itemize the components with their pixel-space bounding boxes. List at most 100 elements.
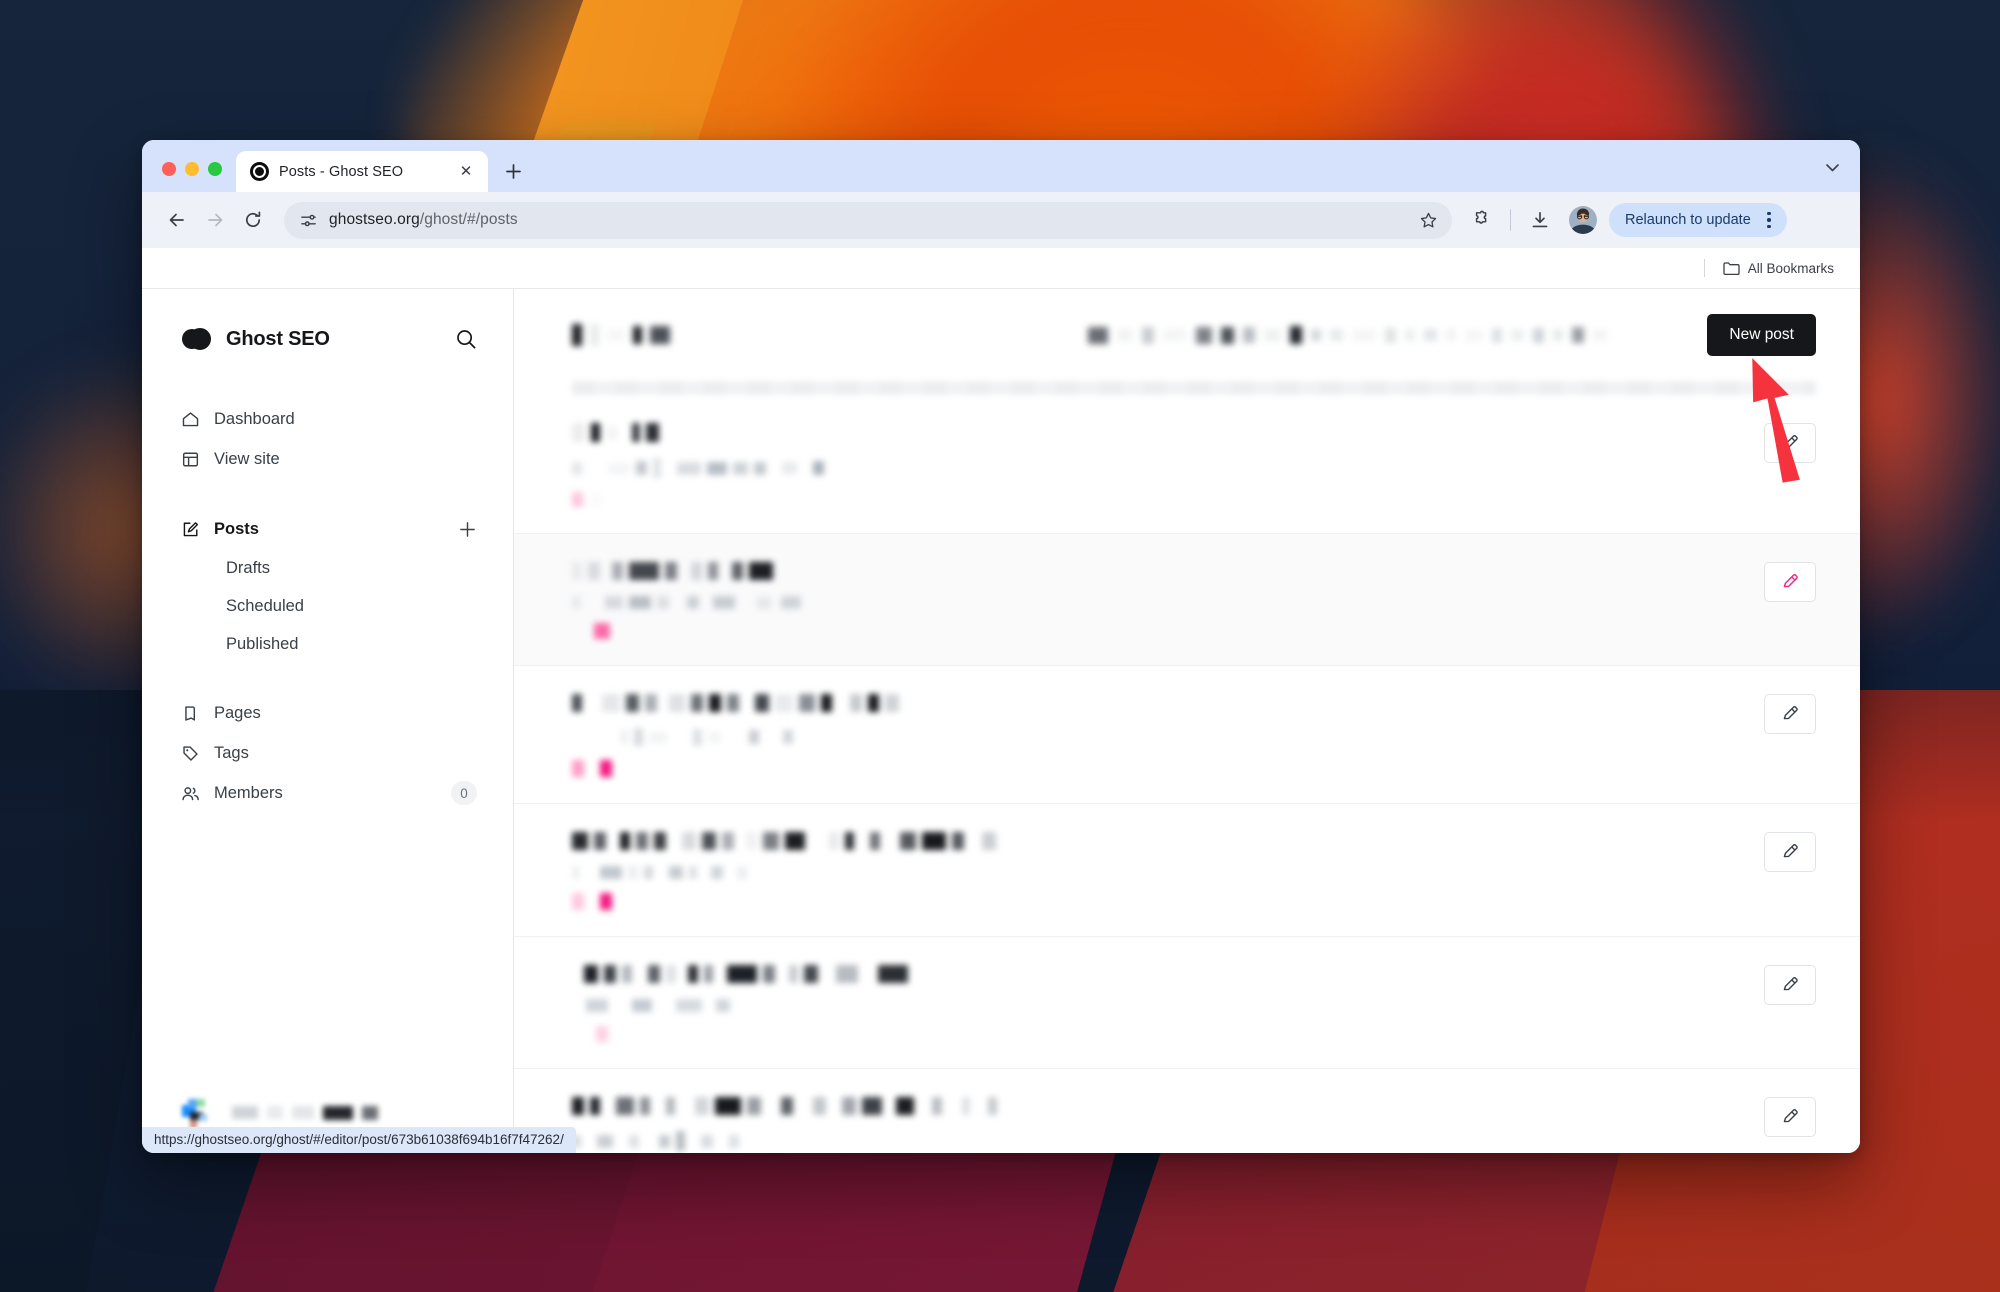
arrow-right-icon	[198, 203, 232, 237]
brand-name: Ghost SEO	[226, 327, 330, 350]
edit-post-button[interactable]	[1764, 562, 1816, 602]
post-summary	[572, 963, 1764, 1042]
edit-post-button[interactable]	[1764, 832, 1816, 872]
star-icon[interactable]	[1419, 211, 1438, 230]
address-bar-url: ghostseo.org/ghost/#/posts	[329, 211, 518, 228]
home-icon	[180, 409, 200, 429]
sidebar-item-label: Posts	[214, 519, 259, 538]
bookmarks-bar: All Bookmarks	[142, 248, 1860, 288]
search-icon[interactable]	[455, 328, 477, 350]
members-icon	[180, 783, 200, 803]
browser-window: Posts - Ghost SEO ✕ ghostseo.org/ghost/#…	[142, 140, 1860, 1153]
download-icon[interactable]	[1523, 203, 1557, 237]
browser-tab[interactable]: Posts - Ghost SEO ✕	[236, 151, 488, 192]
sidebar-item-pages[interactable]: Pages	[168, 693, 489, 733]
sidebar-item-drafts[interactable]: Drafts	[168, 549, 489, 587]
reload-icon[interactable]	[236, 203, 270, 237]
puzzle-icon[interactable]	[1464, 203, 1498, 237]
tune-icon[interactable]	[300, 212, 317, 229]
toolbar-divider	[1510, 209, 1511, 231]
post-summary	[572, 830, 1764, 910]
sidebar-item-label: Dashboard	[214, 409, 295, 428]
pencil-icon	[1783, 705, 1798, 719]
sidebar-brand: Ghost SEO	[142, 323, 513, 355]
post-tags-blurred	[572, 760, 1764, 777]
sidebar-footer-blurred-label	[232, 1106, 378, 1120]
all-bookmarks-button[interactable]: All Bookmarks	[1715, 258, 1842, 279]
post-tags-blurred	[572, 492, 1764, 507]
address-bar[interactable]: ghostseo.org/ghost/#/posts	[284, 201, 1452, 239]
sidebar-item-label: Tags	[214, 743, 249, 762]
maximize-window-button[interactable]	[208, 162, 222, 176]
pencil-square-icon	[180, 519, 200, 539]
edit-post-button[interactable]	[1764, 423, 1816, 463]
sidebar-nav-primary: Dashboard View site Posts Drafts Schedul…	[142, 399, 513, 813]
folder-icon	[1723, 261, 1740, 276]
tab-title: Posts - Ghost SEO	[279, 163, 404, 180]
relaunch-to-update-button[interactable]: Relaunch to update	[1609, 203, 1787, 237]
bookmarks-divider	[1703, 259, 1705, 277]
table-row[interactable]	[514, 1069, 1860, 1153]
edit-post-button[interactable]	[1764, 694, 1816, 734]
ghost-admin-page: Ghost SEO Dashboard View site Posts Draf…	[142, 288, 1860, 1153]
close-window-button[interactable]	[162, 162, 176, 176]
edit-post-button[interactable]	[1764, 965, 1816, 1005]
sidebar-item-posts[interactable]: Posts	[168, 509, 489, 549]
post-meta-blurred	[572, 728, 1764, 746]
sidebar-item-published[interactable]: Published	[168, 625, 489, 663]
post-meta-blurred	[572, 999, 1764, 1012]
sidebar-item-scheduled[interactable]: Scheduled	[168, 587, 489, 625]
pencil-icon	[1783, 843, 1798, 857]
sidebar-item-members[interactable]: Members 0	[168, 773, 489, 813]
filter-bar-blurred	[572, 381, 1816, 395]
sidebar-item-dashboard[interactable]: Dashboard	[168, 399, 489, 439]
plus-icon[interactable]	[458, 520, 477, 539]
sidebar-item-label: Members	[214, 783, 283, 802]
sidebar-item-view-site[interactable]: View site	[168, 439, 489, 479]
page-title-blurred	[572, 324, 670, 346]
table-row[interactable]	[514, 666, 1860, 804]
post-summary	[572, 421, 1764, 507]
window-traffic-lights	[156, 162, 236, 192]
sidebar-item-tags[interactable]: Tags	[168, 733, 489, 773]
new-post-button[interactable]: New post	[1707, 314, 1816, 356]
profile-avatar[interactable]	[1569, 206, 1597, 234]
table-row[interactable]	[514, 937, 1860, 1069]
pencil-icon	[1783, 976, 1798, 990]
post-meta-blurred	[572, 596, 1764, 609]
members-count-badge: 0	[451, 781, 477, 805]
minimize-window-button[interactable]	[185, 162, 199, 176]
sidebar-item-label: View site	[214, 449, 280, 468]
post-summary	[572, 1095, 1764, 1153]
desktop-wallpaper: Posts - Ghost SEO ✕ ghostseo.org/ghost/#…	[0, 0, 2000, 1292]
browser-toolbar: ghostseo.org/ghost/#/posts Relaunch to u…	[142, 192, 1860, 248]
table-row[interactable]	[514, 804, 1860, 937]
posts-list	[514, 395, 1860, 1153]
chevron-down-icon[interactable]	[1818, 154, 1846, 182]
ghost-seo-logo-icon	[180, 323, 212, 355]
post-meta-blurred	[572, 1131, 1764, 1151]
sidebar-item-label: Drafts	[226, 558, 271, 577]
post-tags-blurred	[572, 1026, 1764, 1042]
close-icon[interactable]: ✕	[456, 162, 476, 182]
sidebar: Ghost SEO Dashboard View site Posts Draf…	[142, 289, 514, 1153]
post-summary	[572, 560, 1764, 639]
book-icon	[180, 703, 200, 723]
new-tab-button[interactable]	[496, 154, 530, 188]
pencil-icon	[1783, 434, 1798, 448]
table-row[interactable]	[514, 534, 1860, 666]
user-avatar-thumbnail	[180, 1095, 216, 1131]
filters-blurred[interactable]	[1088, 326, 1607, 344]
arrow-left-icon[interactable]	[160, 203, 194, 237]
table-row[interactable]	[514, 395, 1860, 534]
tag-icon	[180, 743, 200, 763]
all-bookmarks-label: All Bookmarks	[1747, 260, 1834, 276]
post-meta-blurred	[572, 458, 1764, 478]
edit-post-button[interactable]	[1764, 1097, 1816, 1137]
kebab-menu-icon[interactable]	[1757, 208, 1781, 232]
post-title-blurred	[572, 965, 1764, 983]
post-title-blurred	[572, 423, 1764, 442]
post-tags-blurred	[572, 893, 1764, 910]
